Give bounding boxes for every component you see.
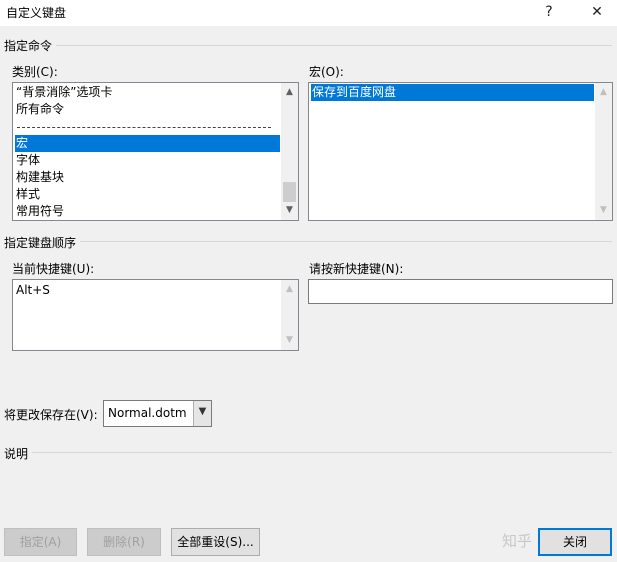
list-item[interactable]: Alt+S [15,282,50,299]
categories-list[interactable]: “背景消除”选项卡 所有命令 宏 字体 构建基块 样式 常用符号 ▲ ▼ [12,82,299,221]
list-item[interactable]: 所有命令 [15,101,64,118]
specify-command-group-label: 指定命令 [4,39,53,53]
new-key-field[interactable] [308,279,613,304]
list-item[interactable]: 保存到百度网盘 [311,84,594,101]
separator [17,127,271,128]
save-in-label: 将更改保存在(V): [4,408,98,422]
scroll-down-icon[interactable]: ▼ [281,202,298,219]
categories-scrollbar[interactable]: ▲ ▼ [281,83,298,220]
list-item[interactable]: 样式 [15,186,40,203]
close-icon: ✕ [591,4,603,20]
current-keys-list[interactable]: Alt+S ▲ ▼ [12,279,299,351]
close-button[interactable]: 关闭 [538,528,612,556]
dialog-title: 自定义键盘 [6,6,67,20]
scrollbar-thumb[interactable] [283,182,296,202]
scroll-up-icon[interactable]: ▲ [595,84,612,101]
list-item[interactable]: 构建基块 [15,169,64,186]
current-keys-label: 当前快捷键(U): [12,262,95,276]
macros-label: 宏(O): [309,65,344,79]
reset-all-button[interactable]: 全部重设(S)... [171,528,260,556]
scroll-down-icon[interactable]: ▼ [281,332,298,349]
save-in-value: Normal.dotm [108,406,187,420]
group-divider [32,452,612,453]
categories-label: 类别(C): [12,65,58,79]
macros-scrollbar[interactable]: ▲ ▼ [595,83,612,220]
help-icon: ? [545,4,553,20]
list-item[interactable]: 宏 [15,135,280,152]
assign-button[interactable]: 指定(A) [4,528,77,556]
save-in-dropdown[interactable]: Normal.dotm ▼ [103,400,212,427]
scroll-up-icon[interactable]: ▲ [281,84,298,101]
group-divider [56,45,612,46]
remove-button[interactable]: 删除(R) [87,528,161,556]
title-bar [0,0,617,26]
new-key-label: 请按新快捷键(N): [309,262,404,276]
current-keys-scrollbar[interactable]: ▲ ▼ [281,280,298,350]
scroll-up-icon[interactable]: ▲ [281,281,298,298]
scroll-down-icon[interactable]: ▼ [595,202,612,219]
keyboard-sequence-group-label: 指定键盘顺序 [4,236,77,250]
list-item[interactable]: “背景消除”选项卡 [15,84,112,101]
group-divider [80,241,612,242]
chevron-down-icon[interactable]: ▼ [193,401,211,426]
list-item[interactable]: 常用符号 [15,203,64,220]
list-item[interactable]: 字体 [15,152,40,169]
description-group-label: 说明 [4,447,29,461]
macros-list[interactable]: 保存到百度网盘 ▲ ▼ [308,82,613,221]
help-button[interactable]: ? [534,0,564,26]
close-window-button[interactable]: ✕ [582,0,612,26]
